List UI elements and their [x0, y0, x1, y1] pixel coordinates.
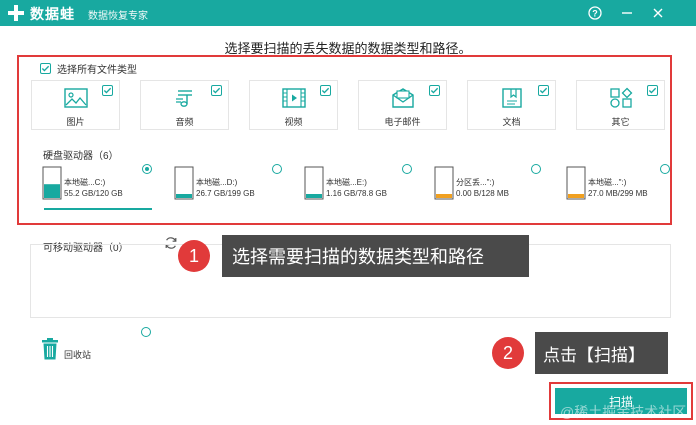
minimize-button[interactable]	[617, 3, 637, 23]
hard-drives-title: 硬盘驱动器（6）	[43, 151, 119, 162]
title-bar: 数据蛙 数据恢复专家 ?	[0, 0, 696, 26]
recycle-bin-icon[interactable]	[40, 338, 60, 360]
step-2-badge: 2	[492, 337, 524, 369]
checkbox-checked-icon[interactable]	[211, 85, 222, 96]
other-icon	[609, 87, 632, 108]
select-all-checkbox[interactable]: 选择所有文件类型	[40, 61, 137, 76]
drive-usage-fill	[306, 194, 322, 198]
drive-name: 本地磁...":)	[588, 178, 627, 187]
file-type-image[interactable]: 图片	[31, 80, 120, 130]
file-type-label: 其它	[611, 117, 630, 127]
checkbox-checked-icon[interactable]	[102, 85, 113, 96]
file-type-label: 文档	[502, 117, 521, 127]
checkbox-checked-icon	[40, 63, 51, 74]
hard-drive-icon	[42, 166, 62, 200]
file-type-document[interactable]: 文档	[467, 80, 556, 130]
drive-name: 分区丢...":)	[456, 178, 495, 187]
drive-usage-fill	[44, 184, 60, 198]
help-label: ?	[592, 9, 598, 19]
drive-item[interactable]: 本地磁...C:) 55.2 GB/120 GB	[36, 164, 154, 210]
document-icon	[501, 88, 522, 108]
file-type-label: 电子邮件	[384, 117, 421, 127]
drive-size: 1.16 GB/78.8 GB	[326, 189, 387, 198]
drive-radio[interactable]	[402, 164, 412, 174]
selected-underline	[44, 208, 152, 210]
drive-usage-fill	[568, 194, 584, 198]
checkbox-checked-icon[interactable]	[320, 85, 331, 96]
close-icon	[653, 8, 663, 18]
email-icon	[391, 88, 414, 108]
recycle-bin-label[interactable]: 回收站	[64, 348, 91, 361]
drive-item[interactable]: 本地磁...D:) 26.7 GB/199 GB	[168, 164, 286, 208]
checkbox-checked-icon[interactable]	[538, 85, 549, 96]
file-type-video[interactable]: 视频	[249, 80, 338, 130]
image-icon	[63, 88, 88, 108]
drive-item[interactable]: 分区丢...":) 0.00 B/128 MB	[428, 164, 546, 208]
step-1-badge: 1	[178, 240, 210, 272]
drive-radio[interactable]	[272, 164, 282, 174]
drive-usage-fill	[436, 194, 452, 198]
tooltip-step-1: 选择需要扫描的数据类型和路径	[222, 235, 529, 277]
drive-name: 本地磁...E:)	[326, 178, 367, 187]
drive-name: 本地磁...C:)	[64, 178, 106, 187]
hard-drive-icon	[304, 166, 324, 200]
drive-size: 26.7 GB/199 GB	[196, 189, 255, 198]
hard-drive-icon	[174, 166, 194, 200]
app-logo-icon	[8, 5, 24, 21]
select-all-label: 选择所有文件类型	[57, 65, 137, 76]
drive-radio[interactable]	[531, 164, 541, 174]
file-type-label: 图片	[66, 117, 85, 127]
drive-radio[interactable]	[142, 164, 152, 174]
checkbox-checked-icon[interactable]	[647, 85, 658, 96]
drive-size: 55.2 GB/120 GB	[64, 189, 123, 198]
drive-item[interactable]: 本地磁...":) 27.0 MB/299 MB	[560, 164, 670, 208]
file-type-label: 视频	[284, 117, 303, 127]
drive-usage-fill	[176, 194, 192, 198]
watermark: @稀土掘金技术社区	[560, 404, 687, 420]
close-button[interactable]	[648, 3, 668, 23]
app-subtitle: 数据恢复专家	[88, 11, 148, 22]
checkbox-checked-icon[interactable]	[429, 85, 440, 96]
file-type-audio[interactable]: 音频	[140, 80, 229, 130]
hard-drive-icon	[434, 166, 454, 200]
file-type-email[interactable]: 电子邮件	[358, 80, 447, 130]
file-type-other[interactable]: 其它	[576, 80, 665, 130]
recycle-bin-radio[interactable]	[141, 327, 151, 337]
help-icon: ?	[588, 6, 602, 20]
help-button[interactable]: ?	[585, 3, 605, 23]
video-icon	[281, 88, 306, 108]
app-name: 数据蛙	[30, 6, 75, 22]
hard-drive-icon	[566, 166, 586, 200]
music-icon	[175, 90, 192, 107]
minimize-icon	[622, 12, 632, 14]
drive-item[interactable]: 本地磁...E:) 1.16 GB/78.8 GB	[298, 164, 416, 208]
drive-size: 0.00 B/128 MB	[456, 189, 509, 198]
drive-size: 27.0 MB/299 MB	[588, 189, 648, 198]
file-type-label: 音频	[175, 117, 194, 127]
drive-radio[interactable]	[660, 164, 670, 174]
tooltip-step-2: 点击【扫描】	[535, 332, 668, 374]
drive-name: 本地磁...D:)	[196, 178, 238, 187]
